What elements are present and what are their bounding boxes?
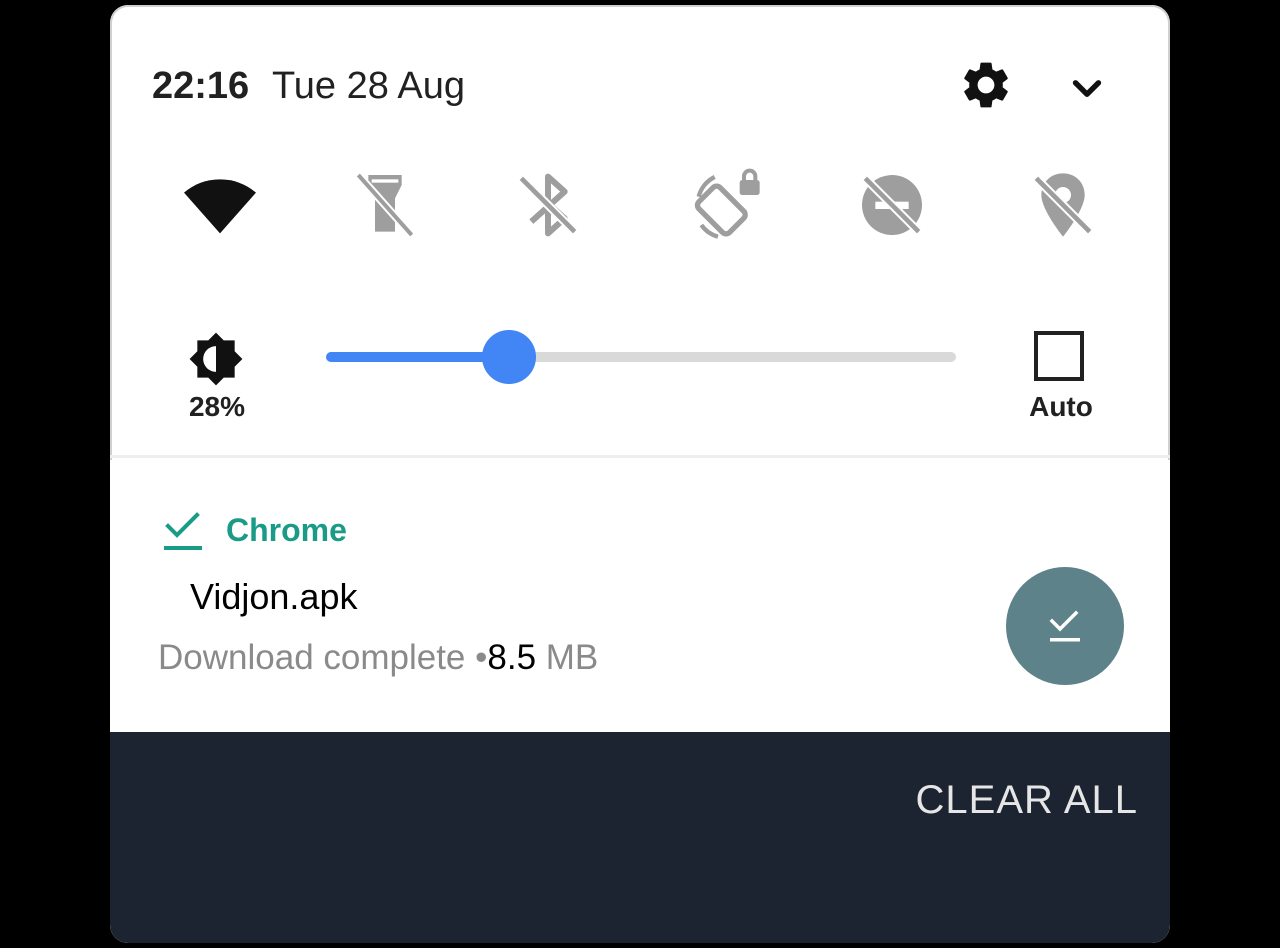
open-download-button[interactable] (1006, 567, 1124, 685)
shade-footer: CLEAR ALL (110, 732, 1170, 943)
clear-all-button[interactable]: CLEAR ALL (916, 778, 1138, 823)
notification-text: Download complete •8.5 MB (158, 638, 598, 678)
settings-button[interactable] (958, 57, 1014, 113)
slider-thumb[interactable] (481, 330, 536, 384)
file-size-number: 8.5 (487, 638, 537, 677)
collapse-button[interactable] (1062, 63, 1112, 113)
file-size-unit: MB (536, 638, 599, 677)
clock: 22:16 (152, 65, 250, 107)
tile-bluetooth[interactable] (508, 165, 588, 245)
bluetooth-off-icon (518, 173, 578, 237)
brightness-icon (188, 331, 244, 387)
gear-icon (964, 62, 1008, 108)
tile-auto-rotate[interactable] (688, 165, 768, 245)
date: Tue 28 Aug (272, 65, 465, 107)
brightness-control: 28% Auto (110, 315, 1170, 445)
tile-data-saver[interactable] (852, 165, 932, 245)
tile-location[interactable] (1023, 165, 1103, 245)
wifi-icon (184, 179, 256, 234)
auto-brightness-label: Auto (1029, 391, 1093, 422)
notification-shade: 22:16 Tue 28 Aug 28% Auto Chrome Vidjon.… (110, 5, 1170, 943)
rotation-lock-icon (694, 168, 760, 239)
tile-wifi[interactable] (180, 165, 260, 245)
quick-settings-tiles (110, 165, 1170, 255)
download-done-icon (162, 508, 204, 554)
brightness-percentage: 28% (188, 391, 246, 422)
notification-title: Vidjon.apk (190, 576, 358, 617)
status-header: 22:16 Tue 28 Aug (110, 5, 1170, 155)
tile-flashlight[interactable] (345, 165, 425, 245)
location-off-icon (1033, 173, 1093, 237)
download-status: Download complete • (158, 638, 488, 677)
flashlight-off-icon (355, 172, 415, 238)
divider (110, 455, 1170, 458)
download-done-icon (1049, 610, 1080, 642)
brightness-slider[interactable] (326, 330, 956, 384)
auto-brightness-checkbox[interactable] (1034, 331, 1084, 381)
download-notification[interactable]: Chrome Vidjon.apk Download complete •8.5… (110, 460, 1170, 732)
data-saver-off-icon (862, 175, 922, 235)
notification-app-name: Chrome (226, 512, 347, 548)
chevron-down-icon (1072, 80, 1102, 97)
